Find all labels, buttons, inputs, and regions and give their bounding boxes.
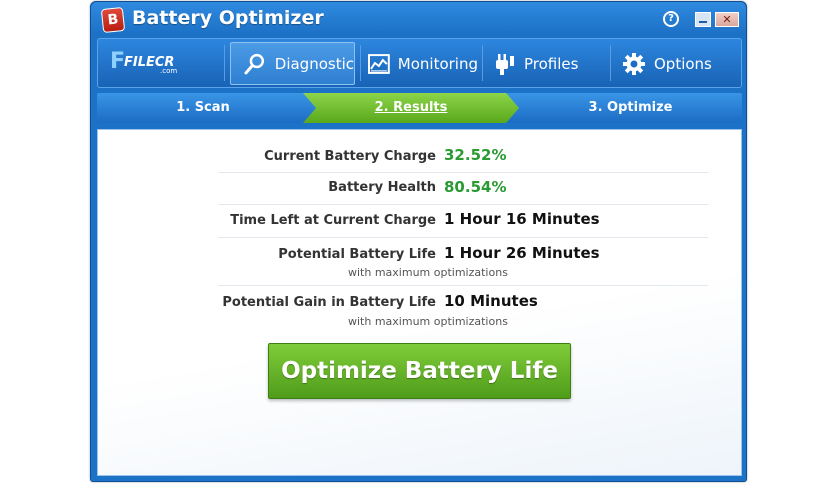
result-label: Potential Gain in Battery Life [222, 295, 436, 310]
watermark-letter: F [110, 49, 126, 74]
tab-label: Options [654, 54, 712, 73]
wizard-steps: 1. Scan 2. Results 3. Optimize [97, 93, 742, 123]
result-row-current-charge: Current Battery Charge 32.52% [218, 143, 708, 173]
result-value: 80.54% [444, 178, 507, 196]
tab-profiles[interactable]: Profiles [482, 42, 602, 85]
tab-label: Diagnostic [274, 54, 354, 73]
tab-options[interactable]: Options [610, 42, 738, 85]
watermark-sub: .com [160, 67, 178, 75]
result-label: Battery Health [328, 180, 436, 195]
app-title: Battery Optimizer [132, 7, 324, 29]
result-value: 10 Minutes [444, 292, 538, 310]
result-note: with maximum optimizations [348, 266, 508, 279]
app-window: B Battery Optimizer ? ✕ F FILECR .com Di… [90, 1, 747, 482]
magnifier-icon [244, 53, 265, 74]
nav-divider [224, 45, 225, 81]
title-bar[interactable]: B Battery Optimizer ? ✕ [91, 2, 746, 36]
step-optimize[interactable]: 3. Optimize [519, 93, 742, 123]
results-panel: Current Battery Charge 32.52% Battery He… [97, 129, 742, 476]
tab-label: Profiles [524, 54, 579, 73]
close-button[interactable]: ✕ [715, 12, 739, 27]
result-value: 1 Hour 26 Minutes [444, 244, 600, 262]
filecr-watermark-logo: F FILECR .com [110, 49, 200, 79]
app-logo-icon: B [100, 6, 126, 34]
tab-label: Monitoring [397, 54, 478, 73]
result-note: with maximum optimizations [348, 315, 508, 328]
result-row-potential-life: Potential Battery Life 1 Hour 26 Minutes… [218, 240, 708, 286]
result-row-battery-health: Battery Health 80.54% [218, 175, 708, 205]
optimize-battery-button[interactable]: Optimize Battery Life [268, 343, 571, 399]
tab-diagnostic[interactable]: Diagnostic [230, 42, 355, 85]
plug-icon [496, 53, 514, 75]
result-value: 32.52% [444, 146, 507, 164]
minimize-button[interactable] [695, 12, 711, 27]
result-label: Time Left at Current Charge [230, 213, 436, 228]
step-scan[interactable]: 1. Scan [97, 93, 309, 123]
gear-icon [623, 52, 645, 75]
help-button[interactable]: ? [663, 11, 679, 27]
result-label: Potential Battery Life [278, 247, 436, 262]
result-label: Current Battery Charge [264, 149, 436, 164]
chart-icon [368, 53, 390, 74]
step-results[interactable]: 2. Results [303, 93, 519, 123]
result-row-potential-gain: Potential Gain in Battery Life 10 Minute… [218, 289, 708, 333]
main-nav: F FILECR .com Diagnostic Monitoring Prof… [97, 38, 742, 88]
tab-monitoring[interactable]: Monitoring [356, 42, 478, 85]
result-value: 1 Hour 16 Minutes [444, 210, 600, 228]
result-row-time-left: Time Left at Current Charge 1 Hour 16 Mi… [218, 207, 708, 238]
